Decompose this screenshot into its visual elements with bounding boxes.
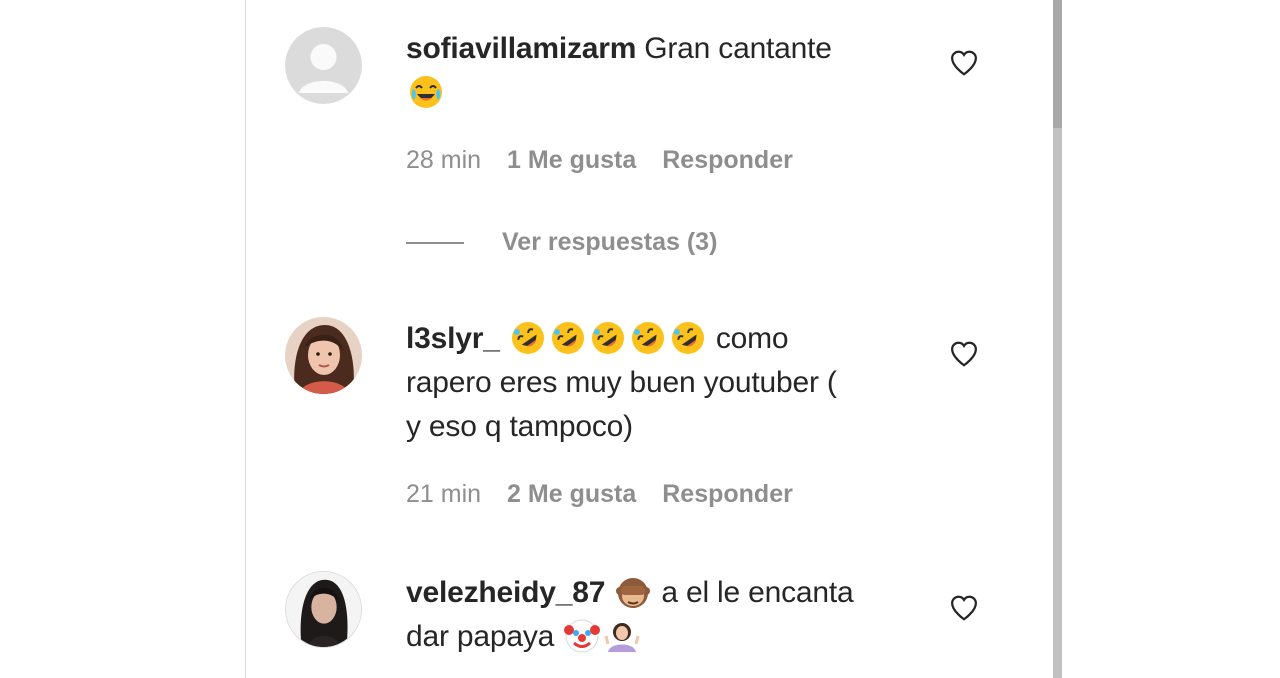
avatar-user-photo[interactable] [285, 317, 362, 394]
scrollbar-thumb[interactable] [1053, 0, 1062, 128]
comment-likes[interactable]: 2 Me gusta [507, 480, 636, 508]
user-photo-icon [286, 572, 361, 647]
default-avatar-icon [285, 27, 362, 104]
heart-icon[interactable] [949, 593, 979, 623]
comment-username[interactable]: velezheidy_87 [406, 576, 605, 609]
comment-body: l3slyr_ como rapero eres muy buen youtub… [406, 317, 906, 449]
comment-likes[interactable]: 1 Me gusta [507, 146, 636, 174]
heart-icon[interactable] [949, 339, 979, 369]
reply-button[interactable]: Responder [662, 146, 793, 174]
reply-button[interactable]: Responder [662, 480, 793, 508]
avatar-default[interactable] [285, 27, 362, 104]
comment-text: l3slyr_ como rapero eres muy buen youtub… [406, 317, 906, 449]
view-replies-label: Ver respuestas (3) [502, 228, 718, 256]
rolling-on-floor-laughing-icon [670, 320, 706, 356]
rolling-on-floor-laughing-icon [590, 320, 626, 356]
comment-message-line-2: dar papaya [406, 620, 555, 653]
comments-page: sofiavillamizarm Gran cantante 28 min 1 Me… [0, 0, 1280, 678]
avatar-user-photo[interactable] [285, 571, 362, 648]
rolling-on-floor-laughing-icon [550, 320, 586, 356]
divider-line [406, 242, 464, 245]
person-shrugging-icon [604, 618, 640, 654]
comment-body: sofiavillamizarm Gran cantante [406, 27, 906, 115]
comment-time[interactable]: 28 min [406, 146, 481, 174]
comment-message-line-2: rapero eres muy buen youtuber ( [406, 366, 837, 399]
comment-time[interactable]: 21 min [406, 480, 481, 508]
comment-text: velezheidy_87 a el le encanta dar papaya [406, 571, 906, 659]
face-with-tears-of-joy-icon [408, 74, 444, 110]
comment-username[interactable]: sofiavillamizarm [406, 32, 636, 65]
rolling-on-floor-laughing-icon [510, 320, 546, 356]
comment-meta: 21 min 2 Me gusta Responder [406, 480, 819, 509]
comment-body: velezheidy_87 a el le encanta dar papaya [406, 571, 906, 659]
user-photo-icon [285, 317, 362, 394]
heart-icon[interactable] [949, 48, 979, 78]
see-no-evil-monkey-icon [615, 574, 651, 610]
comment-username[interactable]: l3slyr_ [406, 322, 500, 355]
comment-message-line-1: a el le encanta [661, 576, 854, 609]
comment-message-line-3: y eso q tampoco) [406, 410, 633, 443]
comment-message: Gran cantante [644, 32, 832, 65]
view-replies-button[interactable]: Ver respuestas (3) [406, 228, 717, 257]
comment-message-line-1: como [715, 322, 789, 355]
comment-meta: 28 min 1 Me gusta Responder [406, 146, 819, 175]
rolling-on-floor-laughing-icon [630, 320, 666, 356]
comment-text: sofiavillamizarm Gran cantante [406, 27, 906, 115]
clown-face-icon [564, 618, 601, 654]
